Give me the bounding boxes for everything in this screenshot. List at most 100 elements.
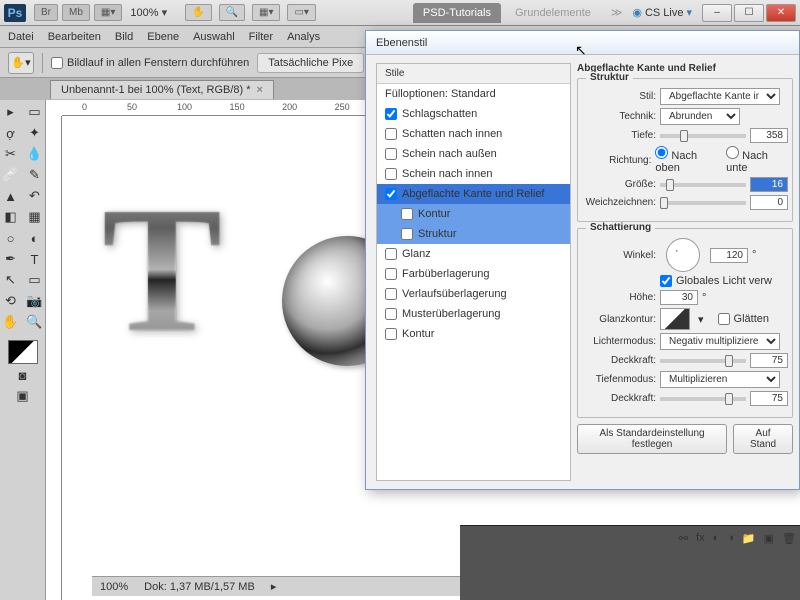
gradient-tool[interactable]: ▦	[24, 207, 46, 227]
crop-tool[interactable]: ✂	[0, 144, 22, 164]
folder-icon[interactable]: 📁	[742, 532, 756, 545]
eraser-tool[interactable]: ◧	[0, 207, 22, 227]
angle-wheel[interactable]	[666, 238, 700, 272]
mb-btn[interactable]: Mb	[62, 4, 90, 21]
style-item[interactable]: Farbüberlagerung	[377, 264, 570, 284]
groesse-slider[interactable]	[660, 183, 746, 187]
workspace-tab-active[interactable]: PSD-Tutorials	[413, 3, 501, 23]
menu-filter[interactable]: Filter	[249, 31, 273, 43]
style-item[interactable]: Schlagschatten	[377, 104, 570, 124]
history-tool[interactable]: ↶	[24, 186, 46, 206]
eyedrop-tool[interactable]: 💧	[24, 144, 46, 164]
zoom-top-icon[interactable]: 🔍	[219, 4, 245, 21]
move-tool[interactable]: ▸	[0, 102, 22, 122]
new-icon[interactable]: ▣	[764, 532, 774, 545]
hand-top-icon[interactable]: ✋	[185, 4, 211, 21]
adjust-icon[interactable]: ◑	[727, 532, 734, 545]
style-item[interactable]: Verlaufsüberlagerung	[377, 284, 570, 304]
style-item[interactable]: Struktur	[377, 224, 570, 244]
technik-select[interactable]: Abrunden	[660, 108, 740, 125]
tiefe-slider[interactable]	[660, 134, 746, 138]
color-swatch[interactable]	[8, 340, 38, 364]
tiefe-input[interactable]	[750, 128, 788, 143]
winkel-input[interactable]	[710, 248, 748, 263]
close-tab-icon[interactable]: ×	[257, 84, 263, 96]
dialog-title[interactable]: Ebenenstil	[366, 31, 799, 55]
menu-bearbeiten[interactable]: Bearbeiten	[48, 31, 101, 43]
deck1-input[interactable]	[750, 353, 788, 368]
dodge-tool[interactable]: ◐	[24, 228, 46, 248]
trash-icon[interactable]: 🗑	[782, 532, 796, 545]
richtung-up-radio[interactable]: Nach oben	[655, 146, 720, 174]
workspace-tab[interactable]: Grundelemente	[505, 3, 601, 23]
shape-tool[interactable]: ▭	[24, 270, 46, 290]
3d-tool[interactable]: ⟲	[0, 291, 22, 311]
heal-tool[interactable]: 🩹	[0, 165, 22, 185]
style-item[interactable]: Fülloptionen: Standard	[377, 84, 570, 104]
style-item[interactable]: Kontur	[377, 324, 570, 344]
tiefm-select[interactable]: Multiplizieren	[660, 371, 780, 388]
style-item[interactable]: Schein nach außen	[377, 144, 570, 164]
marquee-tool[interactable]: ▭	[24, 102, 46, 122]
menu-ebene[interactable]: Ebene	[147, 31, 179, 43]
status-doc[interactable]: Dok: 1,37 MB/1,57 MB	[144, 581, 255, 593]
wand-tool[interactable]: ✦	[24, 123, 46, 143]
path-tool[interactable]: ↖	[0, 270, 22, 290]
zoom-tool[interactable]: 🔍	[24, 312, 46, 332]
blur-tool[interactable]: ○	[0, 228, 22, 248]
cs-live-button[interactable]: ◉ CS Live ▾	[632, 6, 692, 19]
style-item[interactable]: Schein nach innen	[377, 164, 570, 184]
type-tool[interactable]: T	[24, 249, 46, 269]
quickmask-icon[interactable]: ◙	[12, 365, 34, 385]
screen-icon[interactable]: ▭▾	[287, 4, 315, 21]
menu-analyse[interactable]: Analys	[287, 31, 320, 43]
document-tab[interactable]: Unbenannt-1 bei 100% (Text, RGB/8) *×	[50, 80, 274, 99]
global-light-checkbox[interactable]: Globales Licht verw	[660, 275, 772, 287]
set-default-button[interactable]: Als Standardeinstellung festlegen	[577, 424, 727, 454]
style-item[interactable]: Musterüberlagerung	[377, 304, 570, 324]
3dcam-tool[interactable]: 📷	[24, 291, 46, 311]
brush-tool[interactable]: ✎	[24, 165, 46, 185]
stil-select[interactable]: Abgeflachte Kante innen	[660, 88, 780, 105]
scroll-all-checkbox[interactable]: Bildlauf in allen Fenstern durchführen	[51, 57, 249, 69]
close-button[interactable]: ✕	[766, 4, 796, 22]
pen-tool[interactable]: ✒	[0, 249, 22, 269]
style-item[interactable]: Glanz	[377, 244, 570, 264]
deck2-input[interactable]	[750, 391, 788, 406]
menu-datei[interactable]: Datei	[8, 31, 34, 43]
actual-pixels-button[interactable]: Tatsächliche Pixe	[257, 53, 364, 73]
status-zoom[interactable]: 100%	[100, 581, 128, 593]
minimize-button[interactable]: –	[702, 4, 732, 22]
stamp-tool[interactable]: ▲	[0, 186, 22, 206]
lichter-select[interactable]: Negativ multiplizieren	[660, 333, 780, 350]
hand-tool[interactable]: ✋	[0, 312, 22, 332]
glaetten-checkbox[interactable]: Glätten	[718, 313, 769, 325]
fx-icon[interactable]: fx	[696, 532, 705, 545]
view-btn[interactable]: ▦▾	[94, 4, 122, 21]
screenmode-icon[interactable]: ▣	[12, 386, 34, 406]
zoom-display[interactable]: 100% ▾	[130, 6, 167, 19]
maximize-button[interactable]: ☐	[734, 4, 764, 22]
weich-input[interactable]	[750, 195, 788, 210]
style-item[interactable]: Schatten nach innen	[377, 124, 570, 144]
style-item[interactable]: Abgeflachte Kante und Relief	[377, 184, 570, 204]
workspace-more-icon[interactable]: ≫	[605, 6, 629, 19]
menu-auswahl[interactable]: Auswahl	[193, 31, 235, 43]
hand-tool-icon[interactable]: ✋▾	[8, 52, 34, 74]
contour-picker[interactable]	[660, 308, 690, 330]
deck1-slider[interactable]	[660, 359, 746, 363]
weich-slider[interactable]	[660, 201, 746, 205]
lasso-tool[interactable]: ợ	[0, 123, 22, 143]
menu-bild[interactable]: Bild	[115, 31, 133, 43]
reset-default-button[interactable]: Auf Stand	[733, 424, 793, 454]
link-icon[interactable]: ⚯	[679, 532, 688, 545]
mask-icon[interactable]: ◐	[713, 532, 720, 545]
groesse-input[interactable]	[750, 177, 788, 192]
deck2-slider[interactable]	[660, 397, 746, 401]
arrange-icon[interactable]: ▦▾	[252, 4, 280, 21]
status-arrow-icon[interactable]: ▸	[271, 580, 277, 593]
br-btn[interactable]: Br	[34, 4, 58, 21]
richtung-down-radio[interactable]: Nach unte	[726, 146, 788, 174]
hoehe-input[interactable]	[660, 290, 698, 305]
style-item[interactable]: Kontur	[377, 204, 570, 224]
